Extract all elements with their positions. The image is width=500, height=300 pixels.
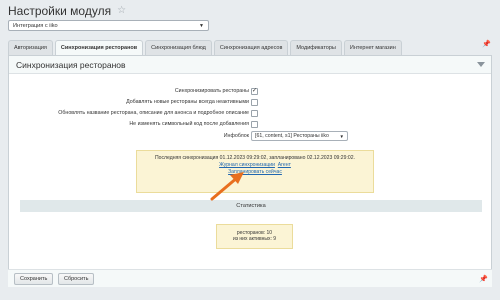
tab-label: Синхронизация ресторанов xyxy=(60,45,138,51)
tab-modifiers[interactable]: Модификаторы xyxy=(290,40,342,55)
tab-label: Синхронизация блюд xyxy=(151,45,206,51)
form-row-infoblock: Инфоблок [61, content, s1] Рестораны iik… xyxy=(9,131,493,141)
form-row-keep-code: Не изменять символьный код после добавле… xyxy=(9,119,493,129)
form-row-new-inactive: Добавлять новые рестораны всегда неактив… xyxy=(9,97,493,107)
agent-link[interactable]: Агент xyxy=(278,162,291,168)
infoblock-label: Инфоблок xyxy=(223,133,249,139)
tab-online-store[interactable]: Интернет магазин xyxy=(343,40,402,55)
page-title: Настройки модуля xyxy=(8,4,112,18)
infoblock-select-value: [61, content, s1] Рестораны iiko xyxy=(255,133,329,139)
form-label: Синхронизировать рестораны xyxy=(174,88,249,94)
panel-header: Синхронизация ресторанов xyxy=(9,56,491,74)
panel-title: Синхронизация ресторанов xyxy=(16,59,126,70)
favorite-star-icon[interactable]: ☆ xyxy=(117,6,126,16)
schedule-now-link[interactable]: Запланировать сейчас xyxy=(228,169,282,175)
form-row-sync-restaurants: Синхронизировать рестораны ✓ xyxy=(9,86,493,96)
settings-panel: Синхронизация ресторанов Синхронизироват… xyxy=(8,55,492,287)
module-select[interactable]: Интеграция с iiko ▼ xyxy=(8,20,209,31)
infoblock-select[interactable]: [61, content, s1] Рестораны iiko ▼ xyxy=(251,131,348,141)
form-footer: Сохранить Сбросить 📌 xyxy=(8,269,492,287)
tab-authorization[interactable]: Авторизация xyxy=(8,40,53,55)
sync-restaurants-checkbox[interactable]: ✓ xyxy=(251,87,258,95)
sync-status-notice: Последняя синхронизация 01.12.2023 09:29… xyxy=(136,150,374,193)
pin-icon[interactable]: 📌 xyxy=(479,275,488,283)
statistics-notice: ресторанов: 10 из них активных: 9 xyxy=(216,224,293,249)
page-header: Настройки модуля ☆ xyxy=(8,4,126,18)
tab-restaurant-sync[interactable]: Синхронизация ресторанов xyxy=(54,40,144,55)
tab-label: Интернет магазин xyxy=(349,45,396,51)
keep-code-checkbox[interactable] xyxy=(251,120,258,128)
form-row-update-description: Обновлять название ресторана, описание д… xyxy=(9,108,493,118)
module-select-value: Интеграция с iiko xyxy=(13,22,58,29)
tab-label: Авторизация xyxy=(14,45,47,51)
pin-icon[interactable]: 📌 xyxy=(482,40,491,48)
update-description-checkbox[interactable] xyxy=(251,109,258,117)
tab-label: Модификаторы xyxy=(296,45,336,51)
new-inactive-checkbox[interactable] xyxy=(251,98,258,106)
form-label: Не изменять символьный код после добавле… xyxy=(129,121,249,127)
tab-label: Синхронизация адресов xyxy=(219,45,283,51)
tab-dish-sync[interactable]: Синхронизация блюд xyxy=(145,40,212,55)
sync-status-text: Последняя синхронизация 01.12.2023 09:29… xyxy=(155,155,355,161)
sync-journal-link[interactable]: Журнал синхронизации xyxy=(219,162,275,168)
save-button[interactable]: Сохранить xyxy=(14,273,54,285)
collapse-triangle-icon[interactable] xyxy=(477,62,485,67)
reset-button[interactable]: Сбросить xyxy=(58,273,95,285)
form-label: Добавлять новые рестораны всегда неактив… xyxy=(126,99,249,105)
chevron-down-icon: ▼ xyxy=(339,133,344,139)
chevron-down-icon: ▼ xyxy=(199,22,204,29)
active-count: из них активных: 9 xyxy=(232,236,277,242)
tab-address-sync[interactable]: Синхронизация адресов xyxy=(213,40,289,55)
tab-bar: Авторизация Синхронизация ресторанов Син… xyxy=(8,40,402,55)
statistics-header: Статистика xyxy=(20,200,482,212)
form-label: Обновлять название ресторана, описание д… xyxy=(58,110,249,116)
